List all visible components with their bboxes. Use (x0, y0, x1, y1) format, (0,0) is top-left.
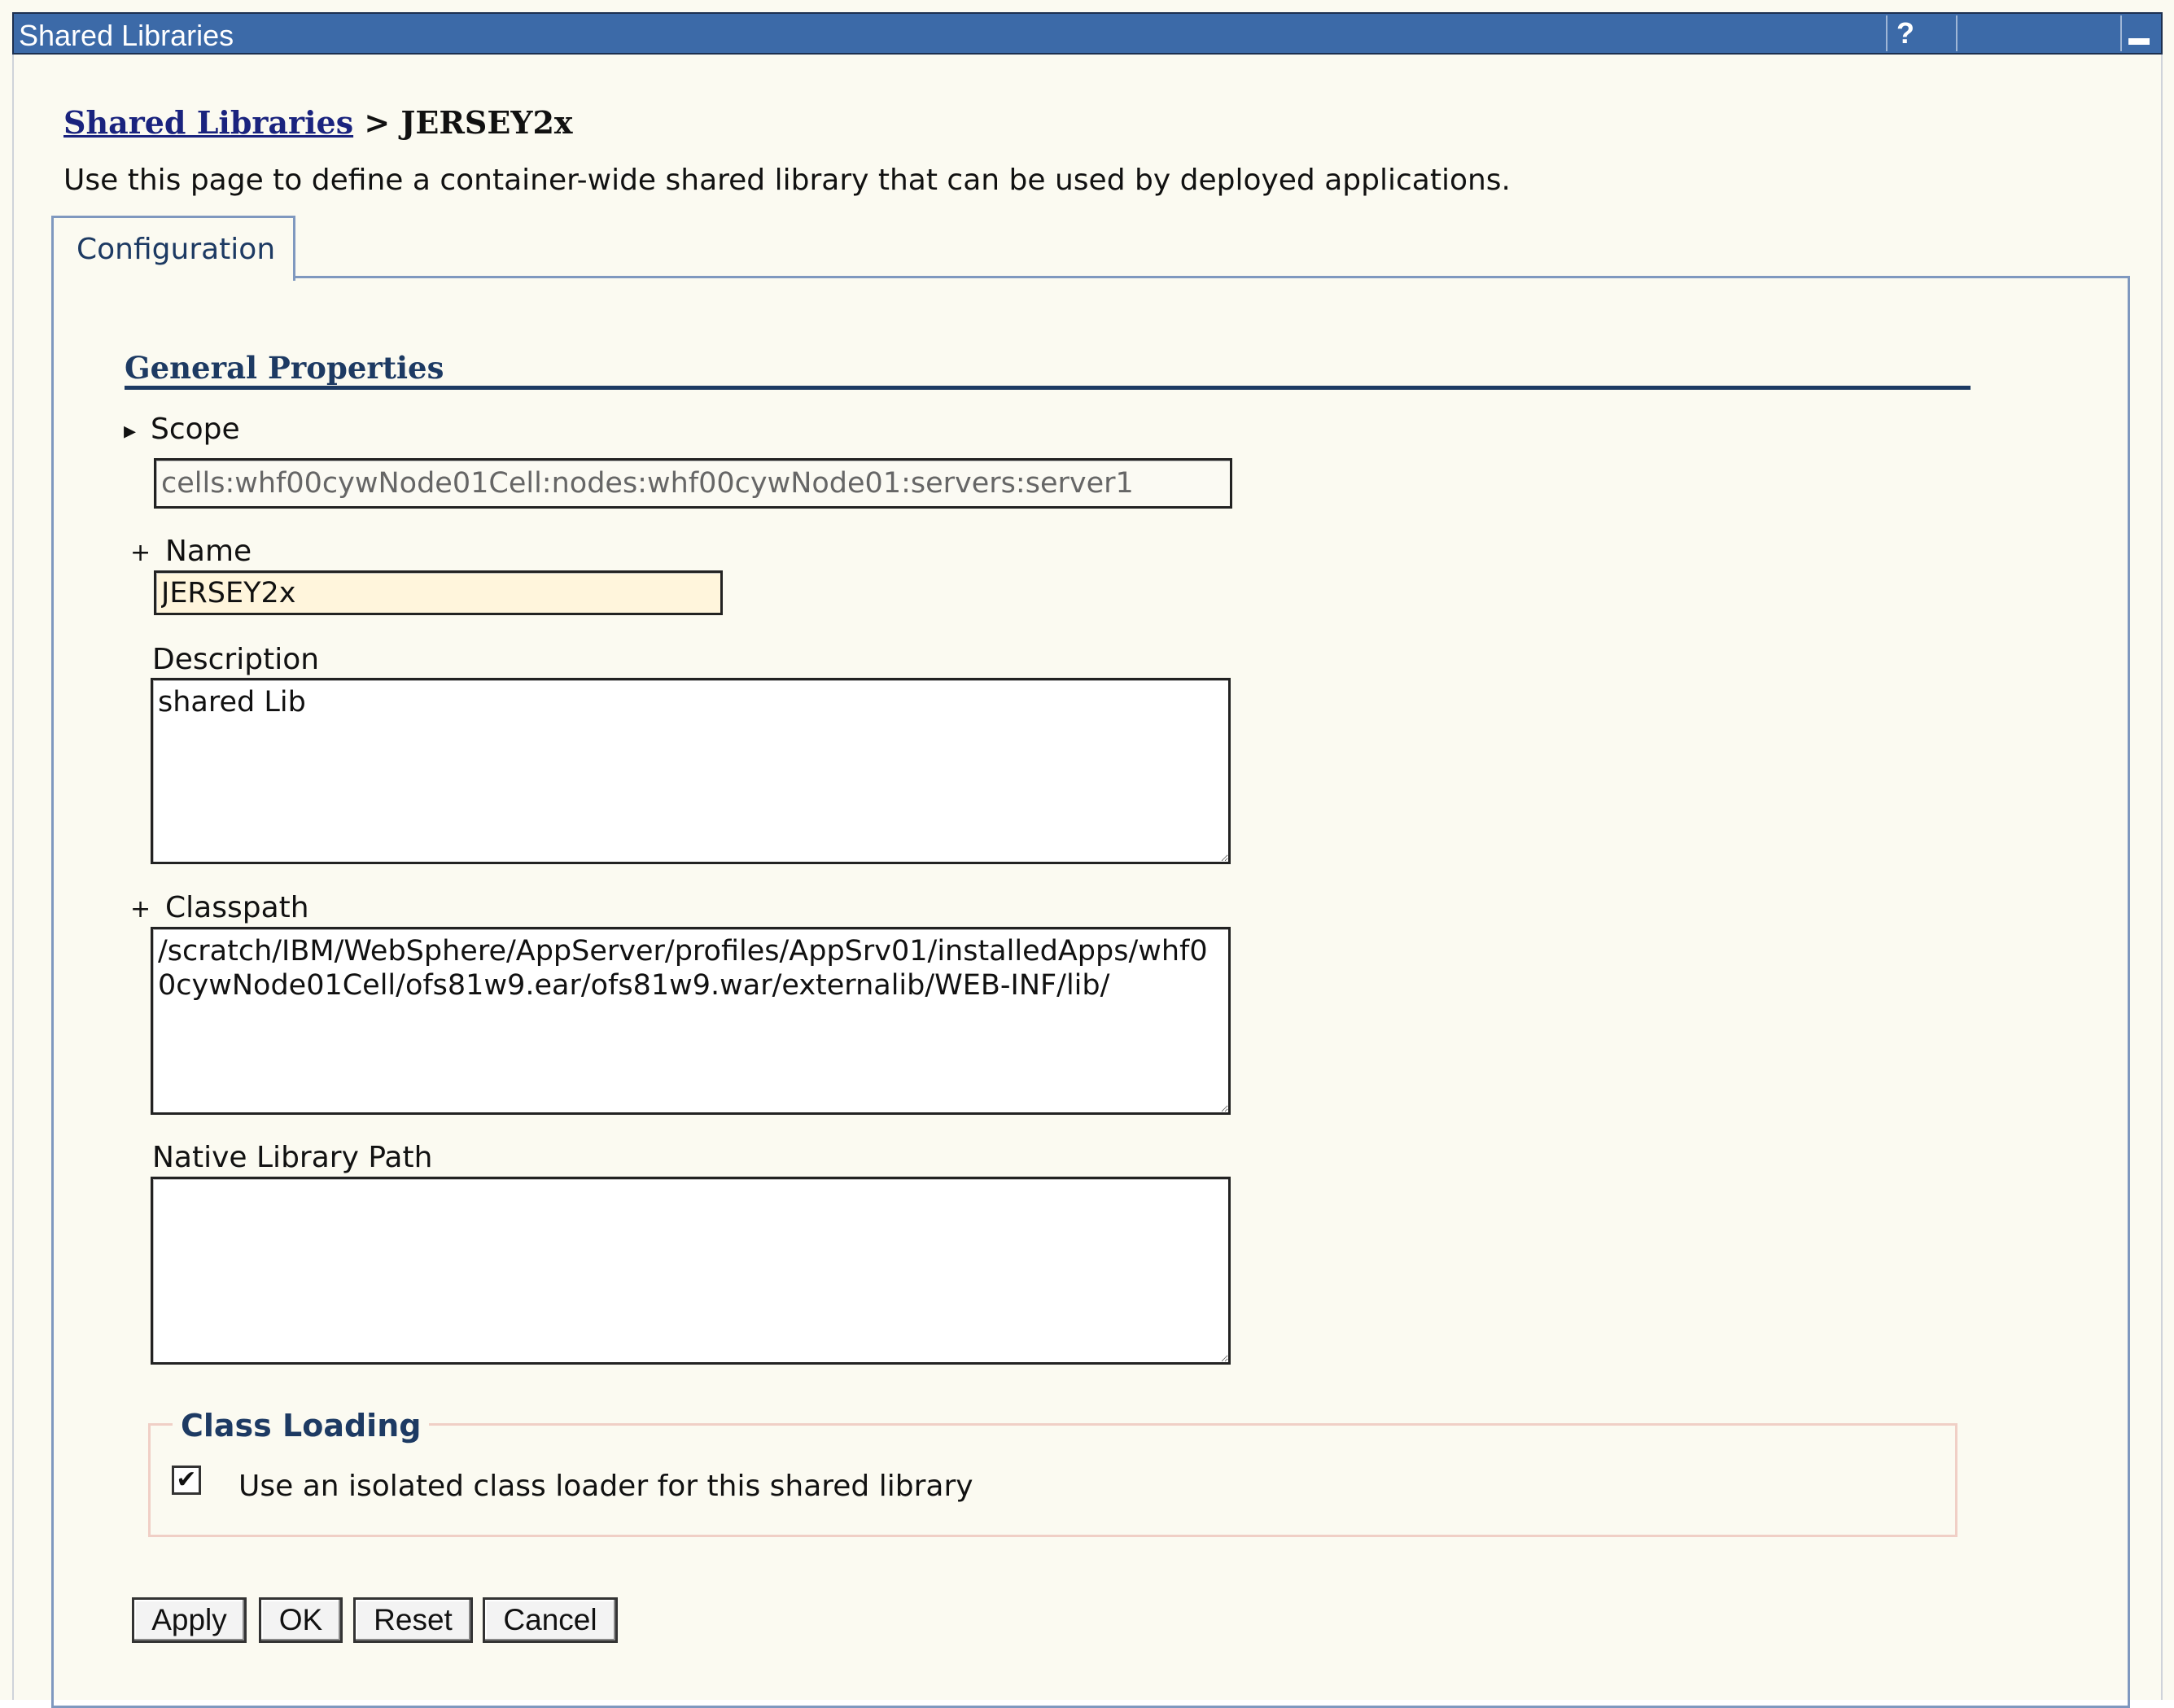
name-label: Name (165, 535, 252, 568)
help-icon[interactable]: ? (1886, 15, 1923, 51)
titlebar-separator (1956, 15, 1957, 51)
classpath-label: Classpath (165, 891, 309, 924)
window-titlebar: Shared Libraries ? (12, 12, 2163, 55)
isolated-class-loader-checkbox[interactable]: ✔ (172, 1466, 201, 1495)
minimize-icon[interactable] (2120, 15, 2158, 51)
section-divider (125, 386, 1971, 390)
required-marker-icon: + (130, 895, 151, 924)
shared-libraries-window: Shared Libraries ? Shared Libraries > JE… (0, 0, 2174, 1708)
native-library-path-field[interactable] (151, 1177, 1231, 1365)
name-field[interactable] (154, 570, 723, 615)
window-right-border (2161, 55, 2163, 1700)
description-label: Description (152, 643, 320, 676)
required-marker-icon: + (130, 539, 151, 567)
window-left-border (12, 55, 14, 1700)
general-properties-heading: General Properties (125, 350, 444, 386)
reset-button[interactable]: Reset (353, 1597, 473, 1643)
tab-configuration[interactable]: Configuration (51, 216, 295, 281)
isolated-class-loader-label: Use an isolated class loader for this sh… (238, 1470, 973, 1503)
page-description: Use this page to define a container-wide… (63, 164, 1511, 197)
breadcrumb-current: JERSEY2x (400, 104, 573, 141)
tab-configuration-label: Configuration (77, 233, 276, 266)
checkmark-icon: ✔ (176, 1466, 197, 1494)
window-title: Shared Libraries (19, 19, 234, 52)
description-field[interactable]: shared Lib (151, 678, 1231, 864)
scope-label: Scope (151, 413, 240, 446)
classpath-field[interactable]: /scratch/IBM/WebSphere/AppServer/profile… (151, 927, 1231, 1115)
cancel-button[interactable]: Cancel (483, 1597, 618, 1643)
breadcrumb-link-shared-libraries[interactable]: Shared Libraries (63, 104, 353, 141)
breadcrumb: Shared Libraries > JERSEY2x (63, 104, 573, 141)
scope-field[interactable] (154, 458, 1232, 509)
native-library-path-label: Native Library Path (152, 1141, 433, 1174)
expand-arrow-icon: ▸ (124, 417, 137, 445)
apply-button[interactable]: Apply (132, 1597, 247, 1643)
ok-button[interactable]: OK (259, 1597, 343, 1643)
breadcrumb-separator: > (364, 104, 391, 141)
class-loading-heading: Class Loading (173, 1408, 430, 1444)
